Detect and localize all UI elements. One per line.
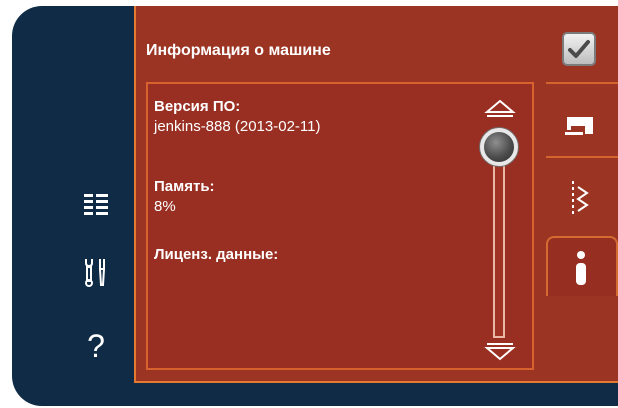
- page-title: Информация о машине: [146, 42, 331, 59]
- firmware-version-label: Версия ПО:: [154, 98, 241, 115]
- zigzag-stitch-icon: [572, 181, 589, 217]
- settings-tools-button[interactable]: [78, 254, 114, 290]
- right-tab-bar: [546, 6, 618, 381]
- list-menu-button[interactable]: [78, 186, 114, 222]
- machine-info-panel: Информация о машине Версия ПО: jenkins-8…: [134, 6, 618, 383]
- tab-divider: [546, 82, 618, 84]
- info-content: Версия ПО: jenkins-888 (2013-02-11) Памя…: [146, 82, 534, 370]
- list-icon: [84, 194, 108, 215]
- confirm-button[interactable]: [562, 32, 596, 66]
- device-screen: ? Информация о машине Версия ПО: jenkins…: [12, 6, 618, 406]
- help-button[interactable]: ?: [78, 328, 114, 364]
- scrollbar-track[interactable]: [493, 152, 505, 338]
- license-data-label: Лиценз. данные:: [154, 246, 279, 263]
- checkmark-icon: [568, 40, 590, 58]
- tab-divider: [546, 156, 618, 158]
- memory-value: 8%: [154, 198, 176, 215]
- tab-stitch[interactable]: [562, 178, 598, 220]
- tab-machine[interactable]: [560, 110, 600, 140]
- firmware-version-value: jenkins-888 (2013-02-11): [154, 118, 321, 135]
- memory-label: Память:: [154, 178, 215, 195]
- tools-icon: [85, 259, 105, 287]
- left-sidebar: ?: [12, 6, 130, 406]
- scroll-up-arrow-icon[interactable]: [484, 98, 516, 118]
- scroll-down-arrow-icon[interactable]: [484, 342, 516, 362]
- tab-info[interactable]: [546, 236, 618, 296]
- info-icon: [576, 251, 586, 285]
- help-icon: ?: [87, 328, 105, 364]
- sewing-machine-icon: [565, 117, 593, 135]
- scrollbar-thumb[interactable]: [480, 128, 518, 166]
